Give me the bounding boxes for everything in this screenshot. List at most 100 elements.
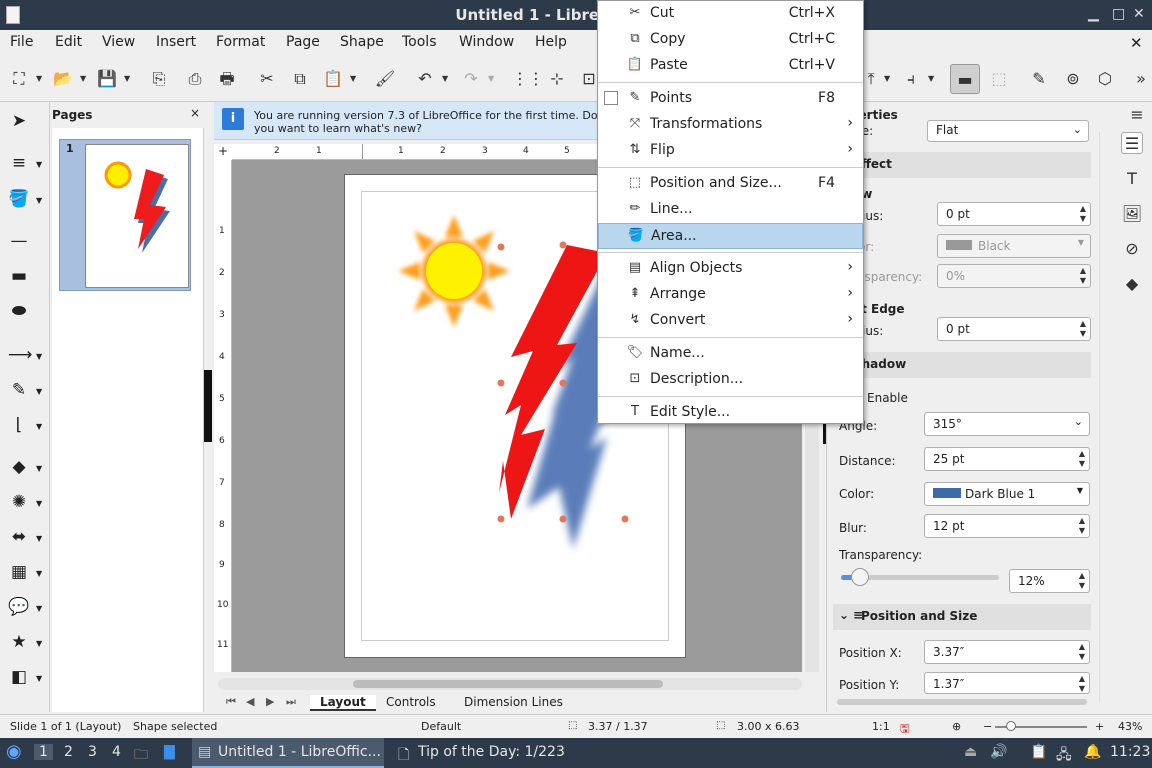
shadow-transparency-spin[interactable]: 12% ▲ ▼ [1009, 569, 1090, 593]
copy-toolbar-icon[interactable]: ⧉ [289, 68, 311, 90]
helplines-icon[interactable]: ⊹ [546, 68, 568, 90]
stars-icon[interactable]: ★ [8, 631, 30, 653]
connector-icon[interactable]: ⌊ [8, 414, 30, 436]
basic-shapes-icon[interactable]: ◆ [8, 456, 30, 478]
next-tab-icon[interactable]: ▶ [266, 695, 274, 708]
properties-deck-icon[interactable]: ☰ [1121, 132, 1143, 154]
clipboard-icon[interactable]: 📋 [1030, 744, 1047, 760]
clock[interactable]: 11:23 [1110, 744, 1150, 760]
save-icon[interactable]: 💾 [96, 68, 118, 90]
tab-controls[interactable]: Controls [386, 695, 436, 709]
menu-flip[interactable]: ⇅ Flip › [598, 138, 863, 164]
arrow-line-icon[interactable]: ⟶ [8, 344, 32, 366]
menu-edit[interactable]: Edit [55, 34, 82, 50]
workspace-3[interactable]: 3 [88, 744, 97, 760]
select-icon[interactable]: ➤ [8, 110, 30, 132]
position-x-spin[interactable]: 3.37″ ▲ ▼ [924, 640, 1090, 664]
zoom-out-icon[interactable]: − [983, 720, 992, 733]
block-arrows-icon[interactable]: ⬌ [8, 526, 30, 548]
menu-help[interactable]: Help [535, 34, 567, 50]
align-toolbar-icon[interactable]: ⫞ [900, 68, 922, 90]
blur-spin[interactable]: 12 pt ▲ ▼ [924, 514, 1090, 538]
prev-tab-icon[interactable]: ◀ [246, 695, 254, 708]
line-tool-icon[interactable]: — [8, 230, 30, 252]
grid-icon[interactable]: ⋮⋮ [512, 68, 544, 90]
glue-icon[interactable]: ⊚ [1062, 68, 1084, 90]
menu-insert[interactable]: Insert [156, 34, 196, 50]
menu-description[interactable]: ⊡ Description... [598, 367, 863, 393]
shadow-toolbar-icon[interactable]: ▬ [950, 64, 980, 94]
last-tab-icon[interactable]: ⏭ [286, 695, 296, 709]
menu-name[interactable]: 🏷 Name... [598, 341, 863, 367]
export-pdf-icon[interactable]: ⎙ [184, 68, 206, 90]
menu-points[interactable]: ✎ Points F8 [598, 86, 863, 112]
transparency-slider[interactable] [841, 568, 999, 586]
eject-icon[interactable]: ⏏ [964, 744, 977, 760]
print-icon[interactable]: 🖶 [216, 68, 238, 90]
network-icon[interactable]: 🖧 [1056, 744, 1072, 768]
maximize-icon[interactable]: □ [1112, 6, 1125, 22]
sidebar-resize-handle[interactable] [204, 370, 212, 442]
position-y-spin[interactable]: 1.37″ ▲ ▼ [924, 672, 1090, 694]
styles-deck-icon[interactable]: T [1121, 168, 1143, 190]
shadow-section-header[interactable]: Shadow≡ [833, 352, 1091, 378]
angle-select[interactable]: 315° ⌄ [924, 412, 1090, 436]
menu-tools[interactable]: Tools [402, 34, 437, 50]
rectangle-icon[interactable]: ▬ [8, 265, 30, 287]
menu-file[interactable]: File [10, 34, 33, 50]
menu-line[interactable]: ✏ Line... [598, 197, 863, 223]
flowchart-icon[interactable]: ▦ [8, 561, 30, 583]
3d-objects-icon[interactable]: ◧ [8, 666, 30, 688]
style-select[interactable]: Flat ⌄ [927, 120, 1089, 142]
properties-hscroll[interactable] [837, 699, 1087, 705]
fill-color-icon[interactable]: 🪣 [8, 188, 30, 210]
first-tab-icon[interactable]: ⏮ [226, 695, 236, 709]
gallery-deck-icon[interactable]: 🖼 [1121, 203, 1143, 225]
start-menu-icon[interactable]: ◉ [6, 741, 22, 762]
ellipse-icon[interactable]: ⬬ [8, 300, 30, 322]
zoom-pan-icon[interactable]: ⛶ [8, 68, 30, 90]
close-pages-icon[interactable]: × [190, 106, 200, 120]
paste-toolbar-icon[interactable]: 📋 [322, 68, 344, 90]
curve-icon[interactable]: ✎ [8, 379, 30, 401]
page-thumbnail[interactable]: 1 [59, 139, 191, 291]
desktop-icon[interactable]: ▇ [164, 744, 175, 760]
menu-copy[interactable]: ⧉ Copy Ctrl+C [598, 27, 863, 53]
clone-formatting-icon[interactable]: 🖌 [374, 68, 396, 90]
glow-radius-spin[interactable]: 0 pt ▲ ▼ [937, 202, 1091, 226]
tab-layout[interactable]: Layout [310, 695, 376, 711]
distance-spin[interactable]: 25 pt ▲ ▼ [924, 447, 1090, 471]
export-icon[interactable]: ⎘ [148, 68, 170, 90]
navigator-deck-icon[interactable]: ⊘ [1121, 238, 1143, 260]
taskbar-app-tip[interactable]: Tip of the Day: 1/223 [418, 744, 565, 760]
zoom-slider-knob[interactable] [1006, 721, 1016, 731]
menu-format[interactable]: Format [216, 34, 265, 50]
taskbar-app-draw[interactable]: ▤ Untitled 1 - LibreOffic... [192, 738, 384, 768]
soft-edge-radius-spin[interactable]: 0 pt ▲ ▼ [937, 317, 1091, 341]
menu-arrange[interactable]: ⇞ Arrange › [598, 282, 863, 308]
zoom-in-icon[interactable]: + [1095, 720, 1104, 733]
menu-shape[interactable]: Shape [340, 34, 384, 50]
sidebar-menu-icon[interactable]: ≡ [1126, 104, 1148, 126]
line-color-icon[interactable]: ≡ [8, 152, 30, 174]
menu-paste[interactable]: 📋 Paste Ctrl+V [598, 53, 863, 79]
glow-transparency-spin[interactable]: 0% ▲ ▼ [937, 264, 1091, 288]
crop-icon[interactable]: ⬚ [988, 68, 1010, 90]
effect-section-header[interactable]: Effect [833, 152, 1091, 178]
menu-convert[interactable]: ↯ Convert › [598, 308, 863, 334]
undo-icon[interactable]: ↶ [414, 68, 436, 90]
menu-transformations[interactable]: ⤧ Transformations › [598, 112, 863, 138]
workspace-2[interactable]: 2 [64, 744, 73, 760]
notifications-icon[interactable]: 🔔 [1084, 744, 1101, 760]
volume-icon[interactable]: 🔊 [990, 744, 1007, 760]
symbol-shapes-icon[interactable]: ✺ [8, 491, 30, 513]
status-zoom[interactable]: 43% [1118, 720, 1142, 733]
more-icon[interactable]: » [1130, 68, 1152, 90]
workspace-4[interactable]: 4 [112, 744, 121, 760]
menu-view[interactable]: View [102, 34, 135, 50]
callouts-icon[interactable]: 💬 [8, 596, 30, 618]
horizontal-scroll-thumb[interactable] [353, 680, 663, 688]
fit-page-icon[interactable]: ⊕ [952, 720, 961, 733]
menu-window[interactable]: Window [459, 34, 514, 50]
menu-position-size[interactable]: ⬚ Position and Size... F4 [598, 171, 863, 197]
